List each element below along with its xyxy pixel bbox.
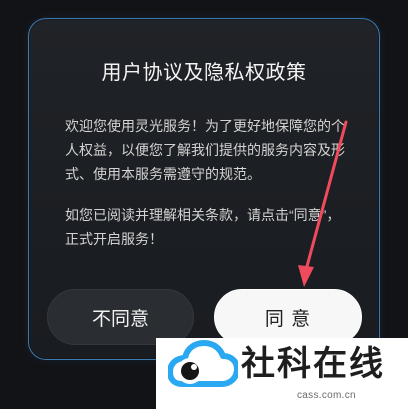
- privacy-policy-dialog: 用户协议及隐私权政策 欢迎您使用灵光服务！为了更好地保障您的个人权益，以便您了解…: [28, 18, 380, 360]
- screen: 用户协议及隐私权政策 欢迎您使用灵光服务！为了更好地保障您的个人权益，以便您了解…: [0, 0, 408, 409]
- disagree-button[interactable]: 不同意: [47, 289, 194, 345]
- disagree-button-label: 不同意: [91, 308, 149, 330]
- policy-paragraph-2: 如您已阅读并理解相关条款，请点击“同意”，正式开启服务！: [65, 207, 341, 247]
- agree-button[interactable]: 同 意: [214, 289, 362, 345]
- policy-paragraph-1: 欢迎您使用灵光服务！为了更好地保障您的个人权益，以便您了解我们提供的服务内容及形…: [65, 118, 345, 182]
- cloud-eye-logo: [168, 340, 238, 387]
- watermark-domain: cass.com.cn: [297, 390, 356, 401]
- agree-button-label: 同 意: [264, 308, 312, 330]
- dialog-title: 用户协议及隐私权政策: [101, 62, 307, 84]
- watermark-brand: 社科在线: [241, 345, 385, 383]
- watermark-banner: 社科在线 cass.com.cn: [156, 338, 408, 409]
